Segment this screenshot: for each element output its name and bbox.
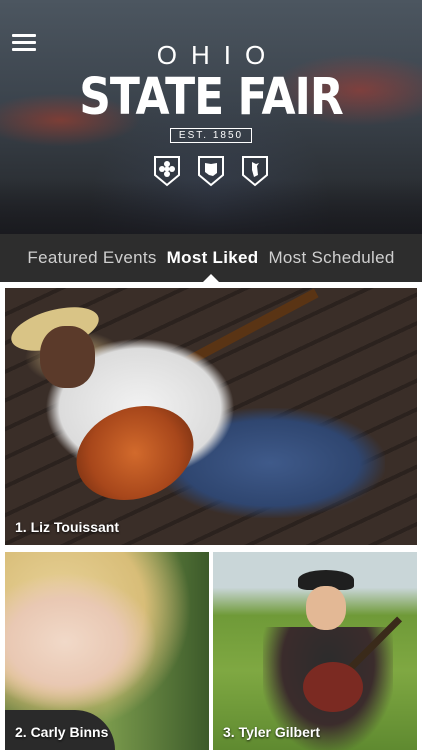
logo-badges xyxy=(0,155,422,187)
active-tab-indicator xyxy=(203,274,219,282)
logo-title-text: STATE FAIR xyxy=(79,68,344,127)
event-card-caption: 1. Liz Touissant xyxy=(15,519,119,535)
photo-face xyxy=(306,586,346,630)
event-card-caption: 2. Carly Binns xyxy=(15,724,109,740)
event-card[interactable]: 3. Tyler Gilbert xyxy=(213,552,417,750)
tab-most-liked[interactable]: Most Liked xyxy=(167,248,259,268)
event-card[interactable]: 1. Liz Touissant xyxy=(5,288,417,545)
photo-face xyxy=(40,326,95,388)
tab-most-scheduled[interactable]: Most Scheduled xyxy=(268,248,394,268)
ohio-state-fair-logo: OHIO STATE FAIR EST. 1850 xyxy=(0,40,422,143)
bird-badge-icon xyxy=(242,156,268,187)
event-card-caption: 3. Tyler Gilbert xyxy=(223,724,320,740)
logo-est-text: EST. 1850 xyxy=(169,128,253,143)
tab-featured-events[interactable]: Featured Events xyxy=(27,248,156,268)
logo-ohio-text: OHIO xyxy=(156,40,280,70)
event-card[interactable]: 2. Carly Binns xyxy=(5,552,209,750)
ohio-badge-icon xyxy=(198,156,224,187)
flower-badge-icon xyxy=(154,156,180,187)
header-background-image xyxy=(0,179,422,234)
header-banner: OHIO STATE FAIR EST. 1850 xyxy=(0,0,422,234)
photo-guitar-body xyxy=(303,662,363,712)
